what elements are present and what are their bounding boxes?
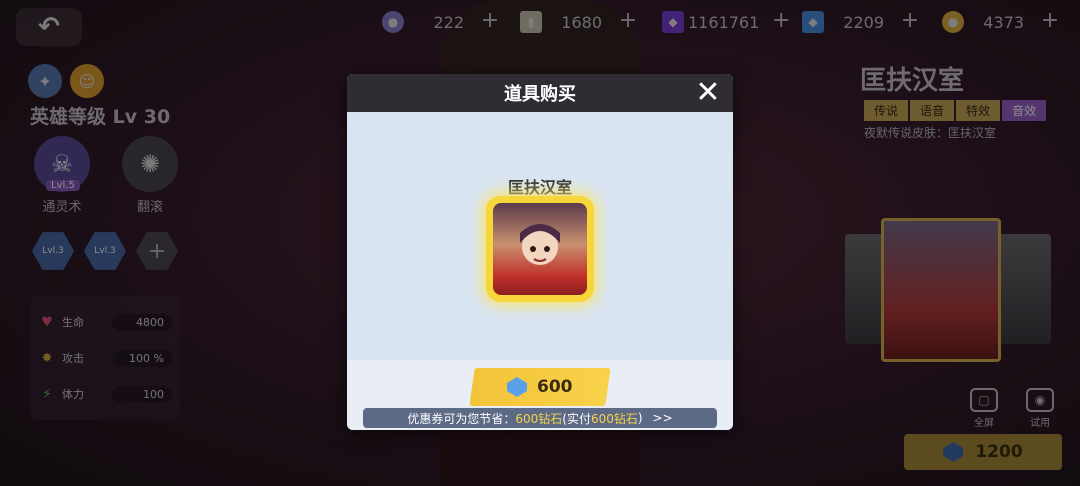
skin-portrait-icon bbox=[493, 203, 587, 295]
modal-title: 道具购买 bbox=[504, 84, 576, 105]
coupon-banner[interactable]: 优惠券可为您节省： 600钻石 (实付 600钻石 ) >> bbox=[363, 408, 717, 428]
confirm-purchase-button[interactable]: 600 bbox=[469, 368, 611, 406]
modal-footer: 600 优惠券可为您节省： 600钻石 (实付 600钻石 ) >> bbox=[347, 360, 733, 430]
item-icon bbox=[486, 196, 594, 302]
purchase-modal: 道具购买 ✕ 匡扶汉室 600 优惠券可为您节省： 600钻石 (实付 600钻… bbox=[347, 74, 733, 430]
close-icon[interactable]: ✕ bbox=[693, 78, 723, 108]
modal-body: 匡扶汉室 bbox=[347, 112, 733, 360]
item-name: 匡扶汉室 bbox=[507, 178, 572, 197]
chevron-right-icon: >> bbox=[652, 411, 673, 425]
modal-header: 道具购买 ✕ bbox=[347, 74, 733, 112]
blue-gem-icon bbox=[507, 377, 527, 397]
